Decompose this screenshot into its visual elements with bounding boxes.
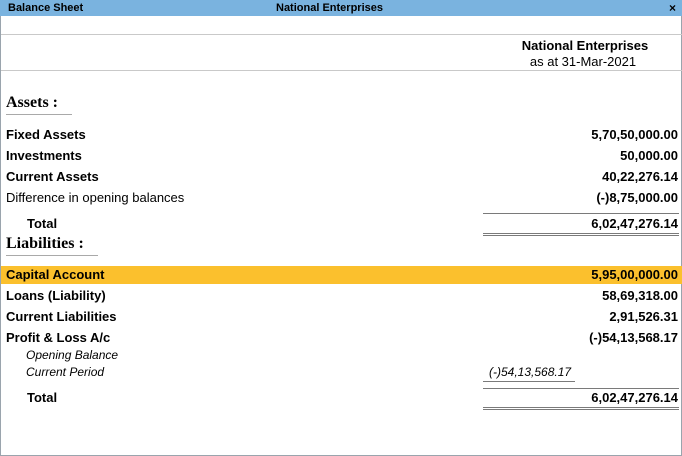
row-label: Current Assets	[6, 169, 99, 184]
row-label: Current Liabilities	[6, 309, 117, 324]
row-amount: 58,69,318.00	[602, 288, 678, 303]
liabilities-heading: Liabilities :	[6, 235, 84, 252]
assets-row-investments[interactable]: Investments 50,000.00	[1, 147, 682, 165]
liabilities-row-current-liabilities[interactable]: Current Liabilities 2,91,526.31	[1, 308, 682, 326]
total-label: Total	[27, 216, 58, 231]
liabilities-heading-underline	[6, 255, 98, 256]
divider	[1, 34, 682, 35]
row-label: Capital Account	[6, 267, 105, 282]
row-label: Loans (Liability)	[6, 288, 106, 303]
assets-total-row[interactable]: Total 6,02,47,276.14	[1, 215, 682, 233]
total-rule-bottom-double	[483, 409, 679, 410]
row-label: Fixed Assets	[6, 127, 86, 142]
row-amount: 50,000.00	[620, 148, 678, 163]
total-label: Total	[27, 390, 58, 405]
total-rule-top	[483, 213, 679, 214]
sub-row-amount: (-)54,13,568.17	[489, 365, 572, 379]
report-title: Balance Sheet	[8, 2, 84, 14]
total-amount: 6,02,47,276.14	[591, 216, 678, 231]
row-amount: 5,95,00,000.00	[591, 267, 678, 282]
assets-row-difference-opening[interactable]: Difference in opening balances (-)8,75,0…	[1, 189, 682, 207]
row-amount: (-)54,13,568.17	[589, 330, 678, 345]
liabilities-row-loans[interactable]: Loans (Liability) 58,69,318.00	[1, 287, 682, 305]
sub-total-rule	[483, 381, 575, 382]
title-bar: Balance Sheet National Enterprises ×	[0, 0, 682, 16]
as-at-date: as at 31-Mar-2021	[529, 54, 637, 69]
column-header: National Enterprises as at 31-Mar-2021	[483, 38, 682, 69]
total-rule-bottom	[483, 233, 679, 234]
report-frame: National Enterprises as at 31-Mar-2021 A…	[0, 16, 682, 456]
row-amount: 5,70,50,000.00	[591, 127, 678, 142]
company-title: National Enterprises	[276, 2, 383, 14]
pl-sub-row-opening-balance[interactable]: Opening Balance	[1, 346, 682, 364]
assets-row-current-assets[interactable]: Current Assets 40,22,276.14	[1, 168, 682, 186]
assets-heading-underline	[6, 114, 72, 115]
company-name: National Enterprises	[521, 38, 649, 53]
total-amount: 6,02,47,276.14	[591, 390, 678, 405]
header-divider	[1, 70, 682, 71]
pl-sub-row-current-period[interactable]: Current Period (-)54,13,568.17	[1, 363, 682, 381]
row-label: Profit & Loss A/c	[6, 330, 111, 345]
total-rule-bottom-double	[483, 235, 679, 236]
assets-row-fixed-assets[interactable]: Fixed Assets 5,70,50,000.00	[1, 126, 682, 144]
liabilities-row-profit-loss[interactable]: Profit & Loss A/c (-)54,13,568.17	[1, 329, 682, 347]
sub-row-label: Opening Balance	[26, 348, 119, 362]
liabilities-row-capital-account[interactable]: Capital Account 5,95,00,000.00	[1, 266, 682, 284]
sub-row-label: Current Period	[26, 365, 105, 379]
close-icon[interactable]: ×	[669, 0, 676, 16]
total-rule-bottom	[483, 407, 679, 408]
row-label: Investments	[6, 148, 82, 163]
row-amount: 2,91,526.31	[609, 309, 678, 324]
liabilities-total-row[interactable]: Total 6,02,47,276.14	[1, 389, 682, 407]
row-amount: 40,22,276.14	[602, 169, 678, 184]
assets-heading: Assets :	[6, 94, 58, 111]
row-label: Difference in opening balances	[6, 190, 185, 205]
row-amount: (-)8,75,000.00	[596, 190, 678, 205]
